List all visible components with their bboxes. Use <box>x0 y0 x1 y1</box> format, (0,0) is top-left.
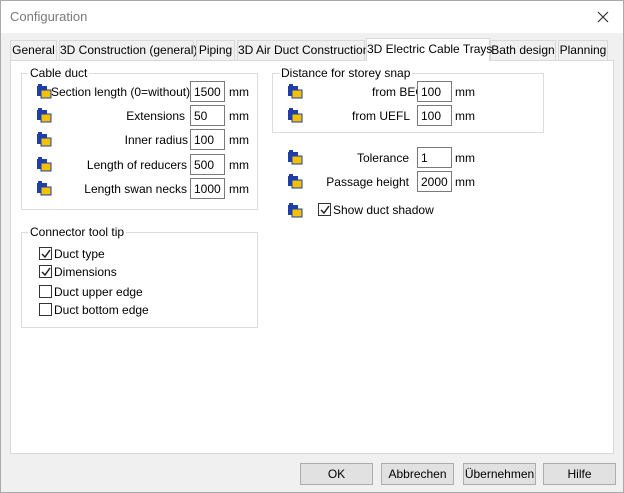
tab-3d-electric-cable-trays[interactable]: 3D Electric Cable Trays <box>366 38 493 61</box>
tab-planning[interactable]: Planning <box>558 40 608 60</box>
title-bar: Configuration <box>1 1 623 33</box>
cable-tray-icon <box>288 203 303 218</box>
tab-label: Bath design <box>491 43 555 57</box>
unit-label: mm <box>229 133 249 147</box>
from-uefl-label: from UEFL <box>351 109 410 123</box>
duct-type-checkbox[interactable] <box>39 247 52 260</box>
duct-upper-edge-label: Duct upper edge <box>54 285 143 299</box>
section-length-input[interactable] <box>190 81 225 102</box>
dimensions-checkbox[interactable] <box>39 265 52 278</box>
show-duct-shadow-checkbox[interactable] <box>318 203 331 216</box>
inner-radius-input[interactable] <box>190 129 225 150</box>
tab-label: Planning <box>559 43 607 57</box>
from-bec-label: from BEC <box>371 85 424 99</box>
unit-label: mm <box>229 85 249 99</box>
reducers-length-label: Length of reducers <box>86 158 187 172</box>
section-length-label: Section length (0=without) <box>51 85 191 99</box>
ok-button[interactable]: OK <box>300 463 373 485</box>
unit-label: mm <box>229 158 249 172</box>
group-title: Distance for storey snap <box>279 66 413 80</box>
swan-necks-length-input[interactable] <box>190 178 225 199</box>
reducers-length-input[interactable] <box>190 154 225 175</box>
unit-label: mm <box>455 85 475 99</box>
group-title: Connector tool tip <box>28 225 127 239</box>
tab-bath-design[interactable]: Bath design <box>490 40 556 60</box>
cable-tray-icon <box>37 84 52 99</box>
tab-piping[interactable]: Piping <box>196 40 235 60</box>
tolerance-label: Tolerance <box>356 151 409 165</box>
dimensions-label: Dimensions <box>54 265 117 279</box>
help-button[interactable]: Hilfe <box>543 463 616 485</box>
tab-label: General <box>12 43 55 57</box>
duct-bottom-edge-label: Duct bottom edge <box>54 303 149 317</box>
inner-radius-label: Inner radius <box>124 133 188 147</box>
tab-panel: Cable duct Section length (0=without) mm… <box>10 60 614 454</box>
storey-snap-group: Distance for storey snap <box>272 66 544 133</box>
group-title: Cable duct <box>28 66 90 80</box>
tab-3d-air-duct-construction[interactable]: 3D Air Duct Construction <box>237 40 369 60</box>
tab-3d-construction-general[interactable]: 3D Construction (general) <box>59 40 198 60</box>
tab-label: 3D Air Duct Construction <box>238 43 370 57</box>
swan-necks-length-label: Length swan necks <box>84 182 187 196</box>
cable-tray-icon <box>37 157 52 172</box>
tab-label: Piping <box>198 43 233 57</box>
unit-label: mm <box>229 182 249 196</box>
close-icon <box>597 11 609 23</box>
from-uefl-input[interactable] <box>417 105 452 126</box>
cable-tray-icon <box>288 84 303 99</box>
tab-general[interactable]: General <box>10 40 57 60</box>
cable-tray-icon <box>288 108 303 123</box>
window-title: Configuration <box>10 9 88 24</box>
close-button[interactable] <box>589 4 617 30</box>
unit-label: mm <box>455 109 475 123</box>
duct-upper-edge-checkbox[interactable] <box>39 285 52 298</box>
apply-button[interactable]: Übernehmen <box>463 463 536 485</box>
show-duct-shadow-label: Show duct shadow <box>333 203 434 217</box>
cable-tray-icon <box>288 150 303 165</box>
duct-type-label: Duct type <box>54 247 105 261</box>
passage-height-label: Passage height <box>326 175 409 189</box>
cable-tray-icon <box>288 174 303 189</box>
unit-label: mm <box>229 109 249 123</box>
unit-label: mm <box>455 151 475 165</box>
cable-tray-icon <box>37 108 52 123</box>
unit-label: mm <box>455 175 475 189</box>
passage-height-input[interactable] <box>417 171 452 192</box>
from-bec-input[interactable] <box>417 81 452 102</box>
checkmark-icon <box>41 249 51 259</box>
configuration-dialog: Configuration General 3D Construction (g… <box>0 0 624 493</box>
cancel-button[interactable]: Abbrechen <box>381 463 454 485</box>
tab-label: 3D Construction (general) <box>60 43 198 57</box>
cable-tray-icon <box>37 181 52 196</box>
tab-label: 3D Electric Cable Trays <box>367 42 493 56</box>
checkmark-icon <box>41 267 51 277</box>
extensions-input[interactable] <box>190 105 225 126</box>
duct-bottom-edge-checkbox[interactable] <box>39 303 52 316</box>
extensions-label: Extensions <box>126 109 185 123</box>
checkmark-icon <box>320 205 330 215</box>
cable-tray-icon <box>37 132 52 147</box>
tolerance-input[interactable] <box>417 147 452 168</box>
